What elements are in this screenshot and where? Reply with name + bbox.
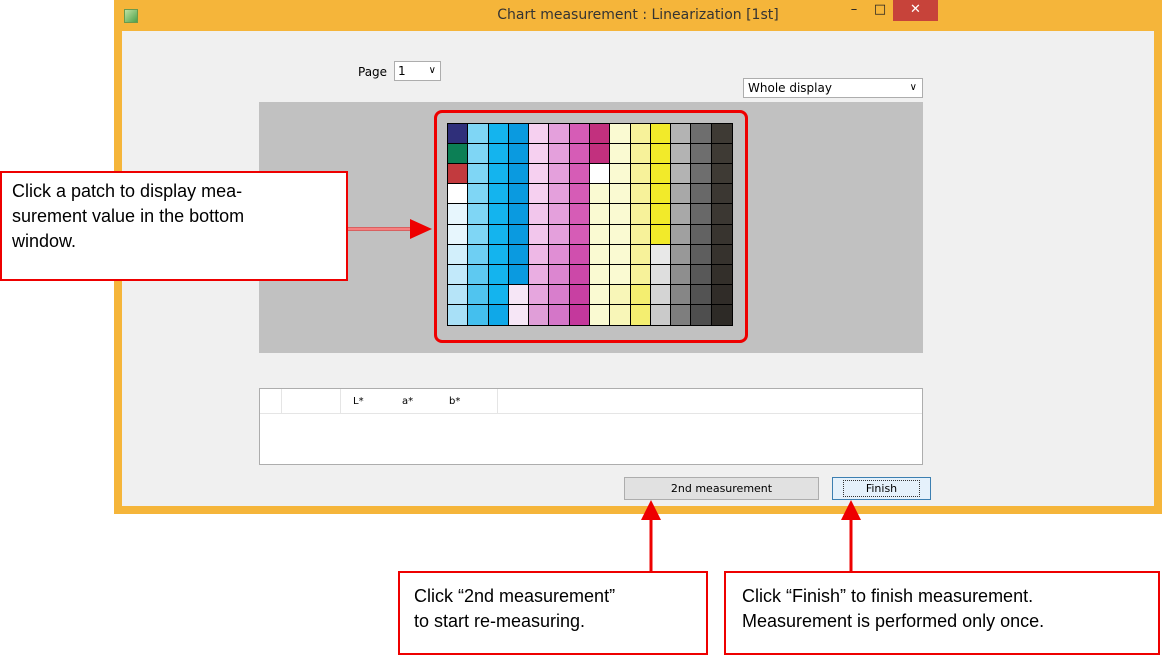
chevron-down-icon: ∨ — [428, 65, 436, 76]
patch-hint-text: Click a patch to display mea- surement v… — [12, 181, 245, 251]
display-mode-select[interactable]: Whole display ∨ — [743, 78, 923, 98]
column-separator — [497, 389, 498, 413]
patch-hint-callout: Click a patch to display mea- surement v… — [0, 171, 348, 281]
minimize-button[interactable]: – — [841, 0, 867, 21]
column-separator — [281, 389, 282, 413]
page-label: Page — [358, 65, 388, 79]
finish-button-label: Finish — [842, 480, 921, 497]
second-measurement-hint-text: Click “2nd measurement” to start re-meas… — [414, 586, 616, 631]
column-header-l: L* — [353, 396, 364, 407]
finish-hint-text: Click “Finish” to finish measurement. Me… — [742, 586, 1045, 631]
title-bar[interactable]: Chart measurement : Linearization [1st] … — [114, 0, 1162, 31]
second-measurement-button[interactable]: 2nd measurement — [624, 477, 819, 500]
chevron-down-icon: ∨ — [909, 82, 917, 93]
patch-chart-highlight — [434, 110, 748, 343]
column-header-b: b* — [449, 396, 461, 407]
window-title: Chart measurement : Linearization [1st] — [497, 7, 779, 23]
results-table-header: L* a* b* — [260, 389, 922, 414]
measurement-results-table: L* a* b* — [259, 388, 923, 465]
finish-button[interactable]: Finish — [832, 477, 931, 500]
close-button[interactable]: ✕ — [893, 0, 938, 21]
column-separator — [340, 389, 341, 413]
maximize-button[interactable]: □ — [867, 0, 893, 21]
display-mode-value: Whole display — [748, 81, 832, 95]
page-select[interactable]: 1 ∨ — [394, 61, 441, 81]
column-header-a: a* — [402, 396, 414, 407]
second-measurement-callout: Click “2nd measurement” to start re-meas… — [398, 571, 708, 655]
page-select-value: 1 — [398, 64, 406, 78]
finish-callout: Click “Finish” to finish measurement. Me… — [724, 571, 1160, 655]
